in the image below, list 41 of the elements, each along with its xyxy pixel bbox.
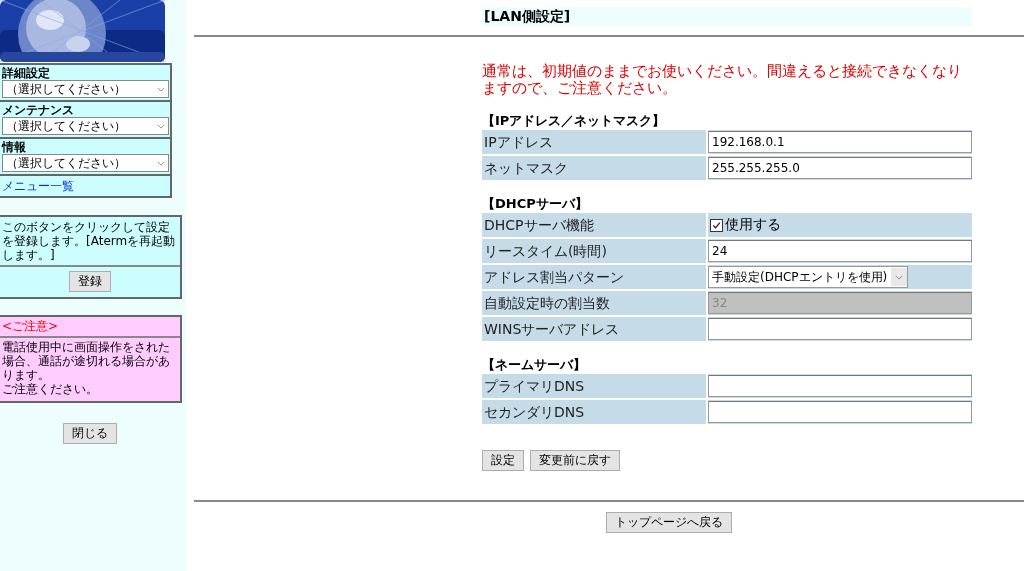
field-label: リースタイム(時間) — [482, 239, 706, 263]
form-button[interactable]: 変更前に戻す — [530, 450, 620, 471]
page-heading: [LAN側設定] — [482, 7, 972, 26]
input-field[interactable] — [708, 375, 972, 397]
caution-text: ご注意ください。 — [2, 382, 99, 396]
caution-text: 電話使用中に画面操作をされた場合、通話が途切れる場合があります。 — [2, 340, 171, 382]
chevron-down-icon — [895, 274, 904, 280]
field-label: ネットマスク — [482, 156, 706, 180]
menu-label: 情報 — [2, 141, 27, 154]
warning-text: 通常は、初期値のままでお使いください。間違えると接続できなくなりますので、ご注意ください。 — [482, 63, 963, 97]
register-button[interactable]: 登録 — [69, 271, 111, 292]
field-label: WINSサーバアドレス — [482, 317, 706, 341]
menu-label: 詳細設定 — [2, 67, 51, 80]
input-field[interactable]: 255.255.255.0 — [708, 157, 972, 179]
input-field[interactable] — [708, 401, 972, 423]
register-note: このボタンをクリックして設定を登録します。[Atermを再起動します。] — [0, 217, 180, 267]
field-label: アドレス割当パターン — [482, 265, 706, 289]
menu-select[interactable]: （選択してください） — [2, 154, 169, 172]
section-title: 【ネームサーバ】 — [482, 357, 587, 373]
menu-list-link[interactable]: メニュー一覧 — [2, 179, 74, 193]
chevron-down-icon — [157, 160, 165, 166]
menu-select[interactable]: （選択してください） — [2, 117, 169, 135]
caution-title: <ご注意> — [0, 317, 180, 338]
field-label: プライマリDNS — [482, 374, 706, 398]
chevron-down-icon — [157, 86, 165, 92]
input-field[interactable] — [708, 318, 972, 340]
menu-select[interactable]: （選択してください） — [2, 80, 169, 98]
chevron-down-icon — [157, 123, 165, 129]
input-field[interactable]: 24 — [708, 240, 972, 262]
field-label: 自動設定時の割当数 — [482, 291, 706, 315]
input-field[interactable]: 192.168.0.1 — [708, 131, 972, 153]
section-title: 【IPアドレス／ネットマスク】 — [482, 113, 667, 129]
close-button[interactable]: 閉じる — [63, 423, 117, 444]
dropdown[interactable]: 手動設定(DHCPエントリを使用) — [708, 266, 909, 288]
form-button[interactable]: 設定 — [482, 450, 524, 471]
field-label: IPアドレス — [482, 130, 706, 154]
back-to-top-button[interactable]: トップページへ戻る — [606, 512, 732, 533]
menu-label: メンテナンス — [2, 104, 75, 117]
field-label: セカンダリDNS — [482, 400, 706, 424]
section-title: 【DHCPサーバ】 — [482, 196, 589, 212]
field-label: DHCPサーバ機能 — [482, 213, 706, 237]
